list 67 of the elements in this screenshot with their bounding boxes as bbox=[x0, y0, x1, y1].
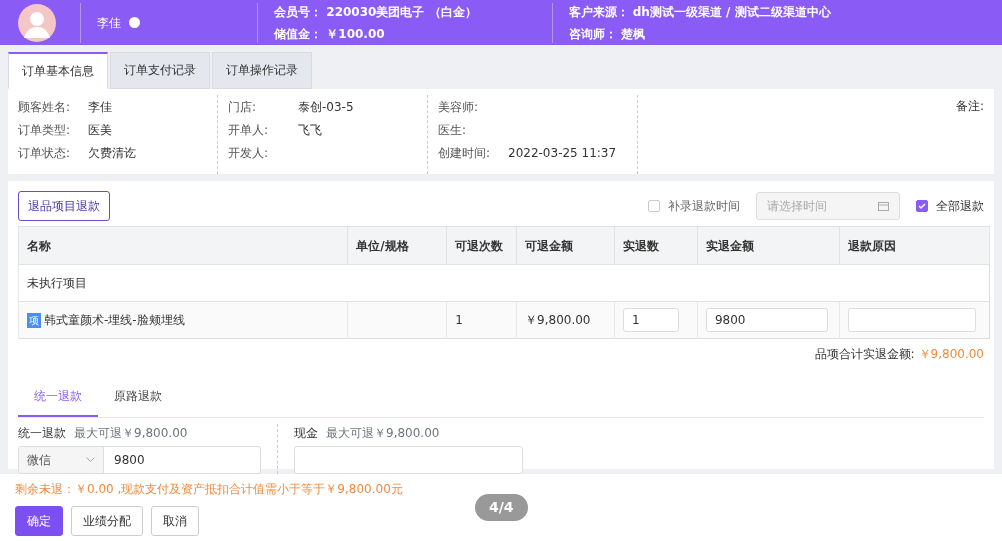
field-value: 欠费清讫 bbox=[88, 144, 136, 162]
tab[interactable]: 订单支付记录 bbox=[110, 52, 210, 89]
method-label: 现金 bbox=[294, 425, 318, 442]
total-label: 品项合计实退金额: bbox=[814, 346, 915, 363]
header-label: 储值金： bbox=[274, 25, 323, 43]
table-cell: ￥9,800.00 bbox=[525, 313, 591, 327]
warning-text: 剩余未退：￥0.00 ,现款支付及资产抵扣合计值需小于等于￥9,800.00元 bbox=[15, 481, 404, 498]
refund-method-tab[interactable]: 统一退款 bbox=[18, 379, 98, 417]
column-header: 可退金额 bbox=[516, 226, 615, 265]
action-button[interactable]: 业绩分配 bbox=[71, 506, 143, 536]
field-label: 开发人: bbox=[228, 144, 270, 162]
table-input[interactable] bbox=[847, 308, 976, 332]
header-label: 咨询师： bbox=[568, 25, 617, 43]
checkbox[interactable]: 补录退款时间 bbox=[648, 197, 740, 215]
chevron-down-icon bbox=[86, 457, 95, 463]
action-button[interactable]: 取消 bbox=[151, 506, 199, 536]
field-value: 泰创-03-5 bbox=[298, 98, 354, 116]
header-label: 会员号： bbox=[274, 3, 323, 21]
field-label: 美容师: bbox=[438, 98, 480, 116]
avatar-icon bbox=[18, 3, 56, 42]
header-value: 楚枫 bbox=[620, 25, 645, 43]
method-label: 统一退款 bbox=[18, 425, 66, 442]
group-label: 未执行项目 bbox=[18, 264, 990, 302]
page-indicator: 4/4 bbox=[475, 494, 528, 521]
return-items-button[interactable]: 退品项目退款 bbox=[18, 191, 110, 221]
column-header: 实退数 bbox=[614, 226, 698, 265]
header-label: 客户来源： bbox=[568, 3, 629, 21]
table-input[interactable]: 9800 bbox=[705, 308, 828, 332]
field-label: 顾客姓名: bbox=[18, 98, 72, 116]
header-value: 220030美团电子 （白金） bbox=[326, 3, 477, 21]
amount-field[interactable]: 9800 bbox=[104, 446, 261, 474]
field-label: 门店: bbox=[228, 98, 258, 116]
calendar-icon bbox=[878, 201, 889, 211]
field-label: 订单状态: bbox=[18, 144, 72, 162]
column-header: 可退次数 bbox=[446, 226, 517, 265]
field-value: 2022-03-25 11:37 bbox=[508, 144, 617, 162]
column-header: 实退金额 bbox=[697, 226, 840, 265]
field-label: 订单类型: bbox=[18, 121, 72, 139]
field-value: 李佳 bbox=[88, 98, 112, 116]
item-name: 韩式童颜术-埋线-脸颊埋线 bbox=[44, 312, 185, 330]
table-input[interactable]: 1 bbox=[623, 308, 679, 332]
field-label: 备注: bbox=[955, 99, 984, 113]
table-cell: 1 bbox=[455, 313, 463, 327]
tab[interactable]: 订单基本信息 bbox=[8, 52, 108, 89]
action-button[interactable]: 确定 bbox=[15, 506, 63, 536]
field-label: 创建时间: bbox=[438, 144, 492, 162]
customer-name: 李佳 bbox=[97, 14, 121, 32]
check-icon bbox=[918, 202, 926, 210]
field-value: 医美 bbox=[88, 121, 112, 139]
max-refund-hint: 最大可退￥9,800.00 bbox=[326, 425, 440, 442]
field-value: 飞飞 bbox=[298, 121, 322, 139]
item-tag: 项 bbox=[27, 312, 41, 328]
checkbox[interactable]: 全部退款 bbox=[916, 197, 984, 215]
column-header: 单位/规格 bbox=[347, 226, 447, 265]
header-value: ￥100.00 bbox=[326, 25, 385, 43]
amount-field[interactable] bbox=[294, 446, 523, 474]
max-refund-hint: 最大可退￥9,800.00 bbox=[74, 425, 188, 442]
total-value: ￥9,800.00 bbox=[918, 346, 984, 363]
refund-method-tab[interactable]: 原路退款 bbox=[98, 379, 178, 417]
channel-select[interactable]: 微信 bbox=[18, 446, 104, 474]
status-dot-icon bbox=[129, 17, 140, 28]
field-label: 开单人: bbox=[228, 121, 270, 139]
column-header: 名称 bbox=[18, 226, 348, 265]
field-label: 医生: bbox=[438, 121, 468, 139]
tab[interactable]: 订单操作记录 bbox=[212, 52, 312, 89]
column-header: 退款原因 bbox=[839, 226, 990, 265]
header-value: dh测试一级渠道 / 测试二级渠道中心 bbox=[632, 3, 831, 21]
